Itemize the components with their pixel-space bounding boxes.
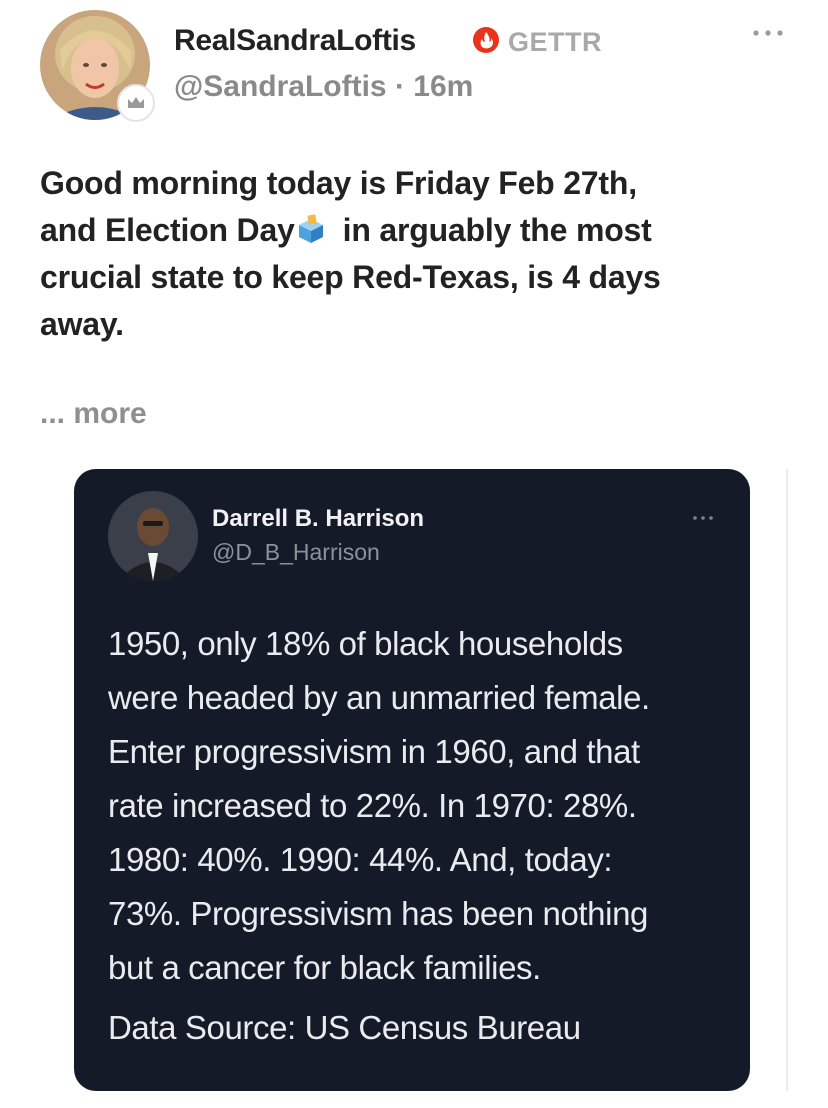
more-options-icon[interactable] bbox=[750, 26, 786, 40]
author-handle-line: @SandraLoftis · 16m bbox=[174, 70, 473, 104]
post-body-line: crucial state to keep Red-Texas, is 4 da… bbox=[40, 259, 661, 295]
author-display-name[interactable]: RealSandraLoftis bbox=[174, 24, 416, 58]
ballot-box-icon bbox=[298, 214, 323, 243]
read-more-link[interactable]: ... more bbox=[40, 397, 147, 431]
post-body-text: in arguably the most bbox=[342, 212, 652, 248]
embedded-tweet-image[interactable]: Darrell B. Harrison @D_B_Harrison 1950, … bbox=[74, 469, 750, 1091]
post-time: 16m bbox=[413, 70, 474, 103]
embedded-text-line: rate increased to 22%. In 1970: 28%. bbox=[108, 787, 637, 824]
post-body-text: and Election Day bbox=[40, 212, 295, 248]
embedded-tweet-text: 1950, only 18% of black households were … bbox=[108, 617, 728, 995]
post-body: Good morning today is Friday Feb 27th, a… bbox=[40, 160, 800, 348]
verified-flame-icon bbox=[473, 27, 499, 53]
post-body-line: and Election Day in arguably the most bbox=[40, 207, 800, 254]
embedded-text-line: Enter progressivism in 1960, and that bbox=[108, 733, 640, 770]
embedded-text-line: 1950, only 18% of black households bbox=[108, 625, 623, 662]
embedded-data-source: Data Source: US Census Bureau bbox=[108, 1009, 581, 1046]
post-header: RealSandraLoftis GETTR @SandraLoftis · 1… bbox=[0, 0, 828, 130]
embedded-text-line: 73%. Progressivism has been nothing bbox=[108, 895, 648, 932]
embedded-author-name: Darrell B. Harrison bbox=[212, 505, 425, 532]
embedded-text-line: 1980: 40%. 1990: 44%. And, today: bbox=[108, 841, 613, 878]
post-body-line: away. bbox=[40, 306, 124, 342]
brand-label: GETTR bbox=[508, 27, 602, 57]
embedded-author-avatar bbox=[108, 491, 198, 581]
author-handle[interactable]: @SandraLoftis bbox=[174, 70, 387, 103]
embedded-more-icon bbox=[693, 516, 713, 520]
embedded-author-handle: @D_B_Harrison bbox=[212, 539, 380, 565]
post-body-line: Good morning today is Friday Feb 27th, bbox=[40, 165, 637, 201]
crown-badge-icon bbox=[117, 84, 155, 122]
right-edge-divider bbox=[786, 469, 788, 1091]
separator: · bbox=[386, 70, 414, 103]
embedded-text-line: but a cancer for black families. bbox=[108, 949, 541, 986]
embedded-text-line: were headed by an unmarried female. bbox=[108, 679, 650, 716]
